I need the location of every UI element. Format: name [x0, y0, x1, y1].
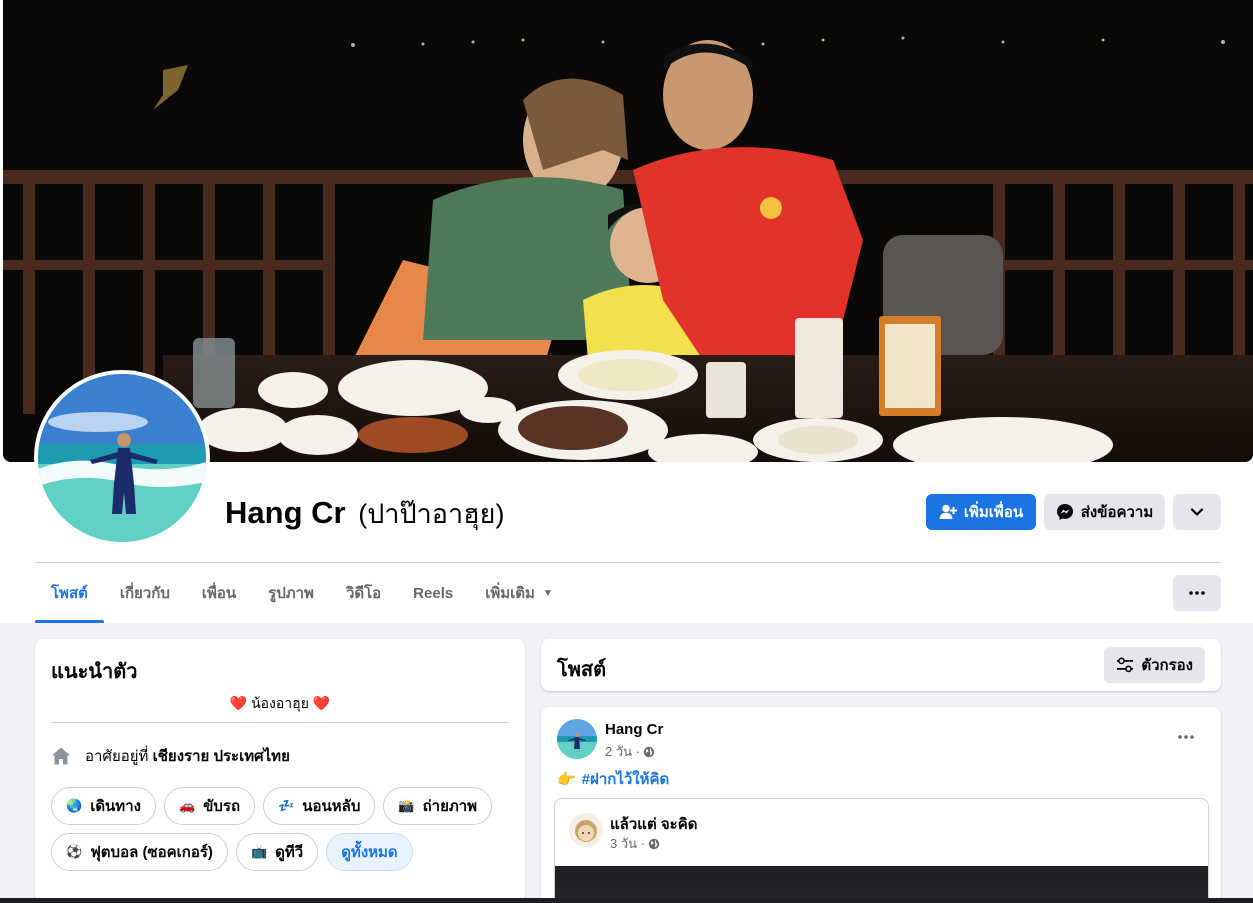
more-dots-icon — [1178, 735, 1194, 739]
chevron-down-icon — [1190, 508, 1204, 516]
profile-header: Hang Cr (ปาป๊าอาฮุย) เพิ่มเพื่อน ส่งข้อค… — [0, 0, 1253, 623]
tab-videos[interactable]: วิดีโอ — [330, 563, 397, 623]
cover-photo-image — [3, 0, 1253, 462]
hobby-label: ขับรถ — [203, 798, 241, 815]
intro-hobbies: 🌏 เดินทาง 🚗 ขับรถ 💤 นอนหลับ 📸 ถ่ายภาพ ⚽ … — [51, 787, 511, 871]
intro-lives-prefix: อาศัยอยู่ที่ — [85, 748, 149, 765]
post-card: Hang Cr 2 วัน · 👉 #ฝากไว้ให้คิด แล้วแต่ … — [541, 707, 1221, 903]
filter-icon — [1117, 657, 1134, 673]
car-icon: 🚗 — [178, 798, 196, 813]
add-friend-icon — [939, 504, 957, 519]
profile-name-alt: (ปาป๊าอาฮุย) — [358, 499, 505, 529]
pointing-hand-icon: 👉 — [557, 771, 576, 788]
profile-avatar[interactable] — [34, 370, 210, 546]
tab-friends[interactable]: เพื่อน — [186, 563, 252, 623]
hobby-label: เดินทาง — [90, 798, 141, 815]
intro-card: แนะนำตัว ❤️ น้องอาฮุย ❤️ อาศัยอยู่ที่ เช… — [35, 639, 525, 903]
post-meta: 2 วัน · — [605, 741, 655, 762]
post-author-name[interactable]: Hang Cr — [605, 721, 663, 738]
sleep-icon: 💤 — [278, 798, 295, 813]
globe-public-icon — [648, 838, 660, 849]
post-text: 👉 #ฝากไว้ให้คิด — [557, 767, 669, 791]
posts-header-card: โพสต์ ตัวกรอง — [541, 639, 1221, 691]
hobby-chip[interactable]: 💤 นอนหลับ — [263, 787, 376, 825]
profile-tabs: โพสต์ เกี่ยวกับ เพื่อน รูปภาพ วิดีโอ Ree… — [35, 563, 569, 623]
hobby-chip[interactable]: 🌏 เดินทาง — [51, 787, 156, 825]
window-bottom-edge — [0, 898, 1253, 903]
add-friend-button[interactable]: เพิ่มเพื่อน — [926, 494, 1036, 530]
intro-title: แนะนำตัว — [51, 661, 138, 683]
add-friend-label: เพิ่มเพื่อน — [963, 504, 1024, 521]
soccer-ball-icon: ⚽ — [66, 844, 83, 859]
hobby-chip[interactable]: 📸 ถ่ายภาพ — [383, 787, 493, 825]
shared-post-meta: 3 วัน · — [610, 833, 660, 854]
posts-title: โพสต์ — [557, 659, 607, 681]
home-icon — [52, 747, 70, 765]
hobby-label: ถ่ายภาพ — [422, 798, 478, 815]
globe-icon: 🌏 — [66, 798, 83, 813]
post-timestamp[interactable]: 2 วัน · — [605, 741, 640, 762]
messenger-icon — [1056, 504, 1073, 520]
globe-public-icon — [643, 746, 655, 757]
tab-more-label: เพิ่มเติม — [485, 585, 535, 602]
intro-divider — [51, 722, 509, 723]
profile-name: Hang Cr (ปาป๊าอาฮุย) — [225, 492, 504, 535]
post-hashtag[interactable]: #ฝากไว้ให้คิด — [582, 767, 670, 791]
tv-icon: 📺 — [250, 844, 268, 859]
tab-photos[interactable]: รูปภาพ — [252, 563, 330, 623]
profile-name-main: Hang Cr — [225, 495, 346, 530]
intro-lives-in: อาศัยอยู่ที่ เชียงราย ประเทศไทย — [51, 744, 290, 768]
tabs-more-options-button[interactable] — [1173, 575, 1221, 611]
tab-about[interactable]: เกี่ยวกับ — [104, 563, 186, 623]
tab-more[interactable]: เพิ่มเติม ▼ — [469, 563, 569, 623]
profile-avatar-image — [38, 374, 206, 542]
hobby-label: ฟุตบอล (ซอคเกอร์) — [90, 844, 213, 861]
message-button[interactable]: ส่งข้อความ — [1044, 494, 1165, 530]
shared-author-avatar[interactable] — [569, 813, 603, 847]
see-all-hobbies-button[interactable]: ดูทั้งหมด — [326, 833, 413, 871]
tab-posts[interactable]: โพสต์ — [35, 563, 104, 623]
shared-post-timestamp[interactable]: 3 วัน · — [610, 833, 645, 854]
more-dots-icon — [1189, 591, 1205, 595]
post-options-button[interactable] — [1171, 725, 1201, 749]
cover-photo[interactable] — [3, 0, 1253, 462]
hobby-chip[interactable]: 📺 ดูทีวี — [235, 833, 319, 871]
hobby-chip[interactable]: ⚽ ฟุตบอล (ซอคเกอร์) — [51, 833, 228, 871]
camera-icon: 📸 — [398, 798, 415, 813]
intro-lives-place[interactable]: เชียงราย ประเทศไทย — [153, 748, 290, 765]
hobby-chip[interactable]: 🚗 ขับรถ — [163, 787, 256, 825]
shared-post[interactable]: แล้วแต่ จะคิด 3 วัน · — [554, 798, 1209, 903]
filter-button[interactable]: ตัวกรอง — [1104, 647, 1205, 683]
hobby-label: นอนหลับ — [302, 798, 361, 815]
filter-label: ตัวกรอง — [1141, 657, 1193, 674]
post-author-avatar[interactable] — [557, 719, 597, 759]
caret-down-icon: ▼ — [542, 587, 553, 599]
message-label: ส่งข้อความ — [1080, 504, 1154, 521]
tab-reels[interactable]: Reels — [397, 563, 469, 623]
profile-dropdown-button[interactable] — [1173, 494, 1221, 530]
hobby-label: ดูทีวี — [275, 844, 304, 861]
intro-bio: ❤️ น้องอาฮุย ❤️ — [229, 695, 331, 711]
